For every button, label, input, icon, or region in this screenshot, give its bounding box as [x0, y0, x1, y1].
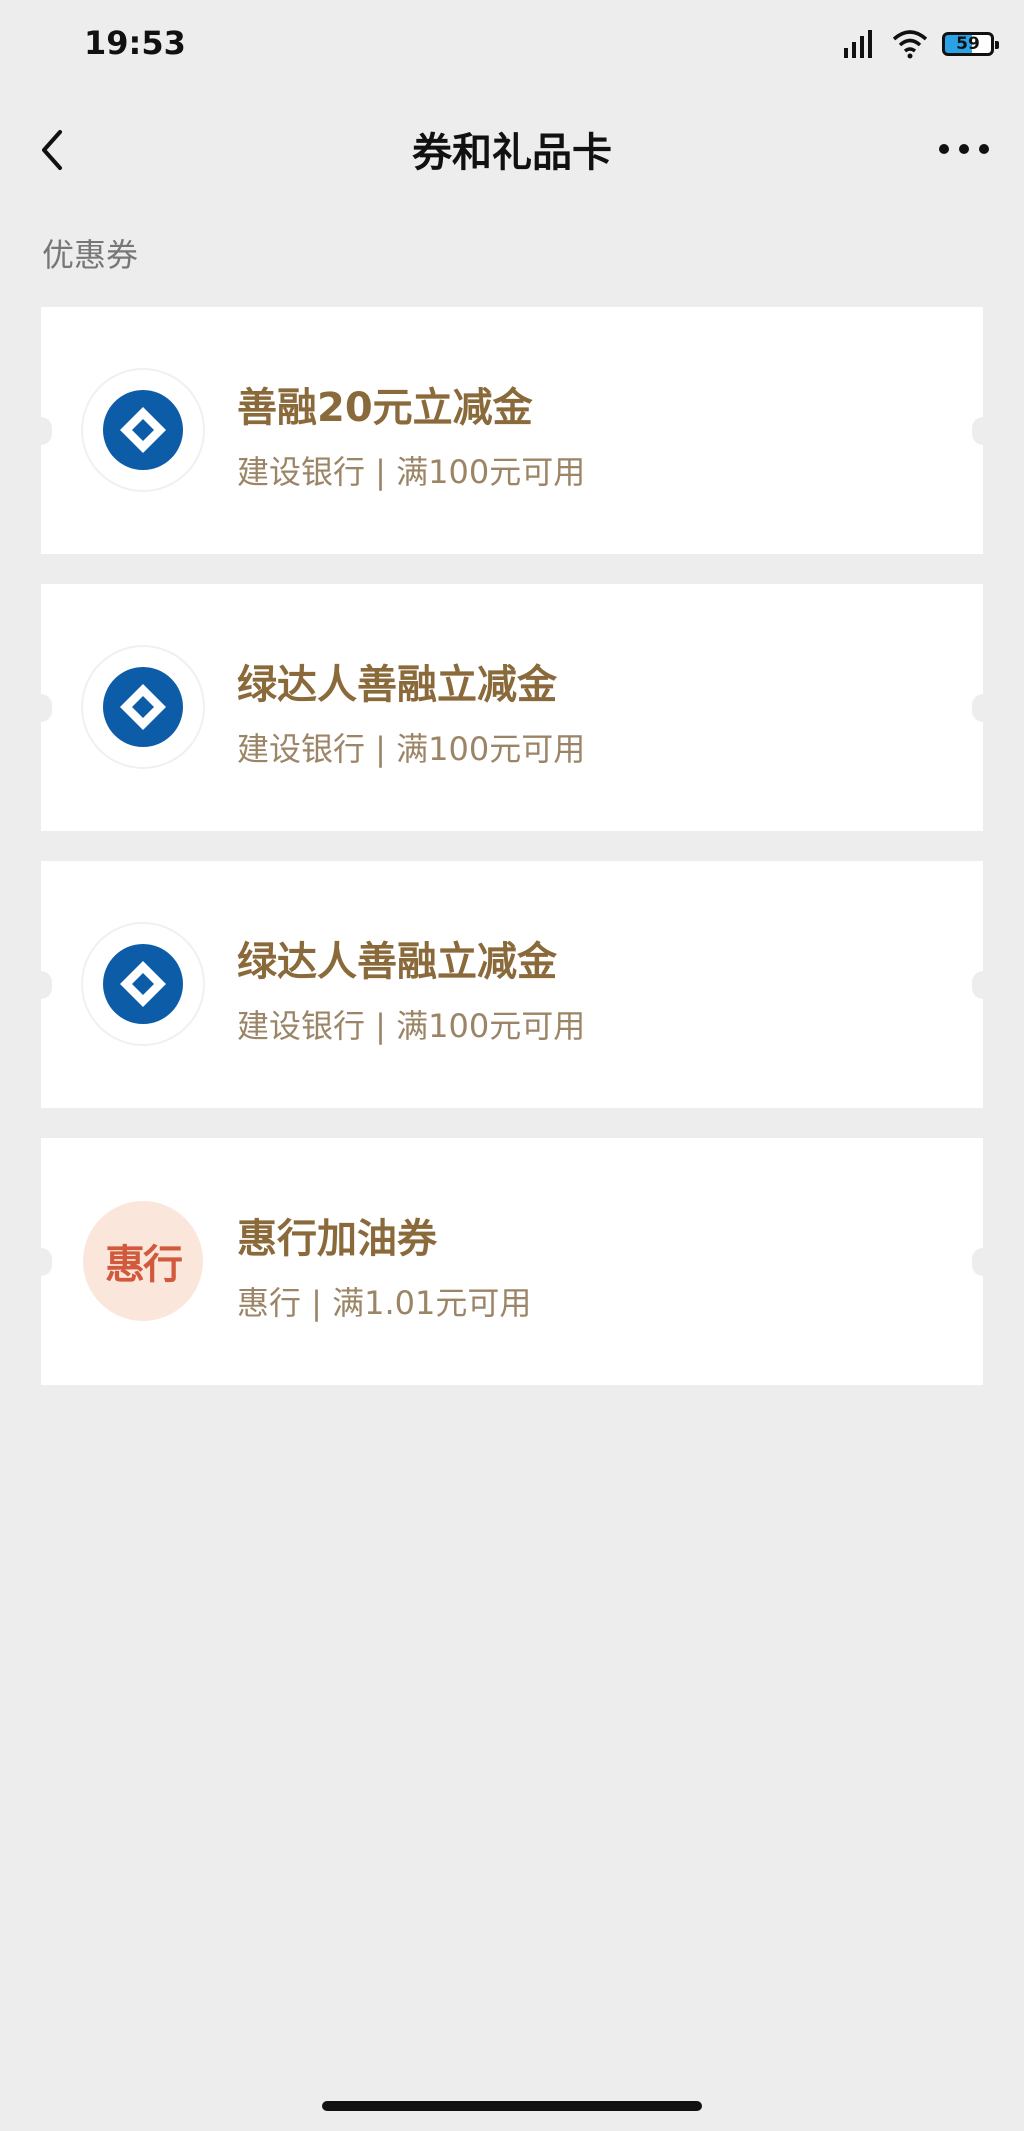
ccb-logo-icon [83, 370, 203, 490]
battery-level: 59 [956, 34, 980, 54]
card-notch-right [972, 1247, 994, 1276]
coupon-title: 善融20元立减金 [237, 385, 533, 431]
page-title: 券和礼品卡 [412, 130, 612, 176]
status-icons: 59 [842, 26, 999, 62]
card-notch-right [972, 693, 994, 722]
card-notch-right [972, 970, 994, 999]
coupon-card[interactable]: 善融20元立减金 建设银行 | 满100元可用 [30, 307, 994, 554]
status-time: 19:53 [84, 24, 186, 62]
coupon-card[interactable]: 绿达人善融立减金 建设银行 | 满100元可用 [30, 584, 994, 831]
more-button[interactable] [934, 134, 994, 164]
coupon-subtitle: 建设银行 | 满100元可用 [237, 453, 586, 491]
coupon-card[interactable]: 惠行 惠行加油券 惠行 | 满1.01元可用 [30, 1138, 994, 1385]
card-notch-left [30, 416, 52, 445]
section-title: 优惠券 [42, 236, 139, 274]
signal-icon [844, 30, 872, 58]
status-bar: 19:53 59 [0, 0, 1024, 90]
coupon-list: 善融20元立减金 建设银行 | 满100元可用 绿达人善融立减金 建设银行 | … [30, 307, 994, 1415]
huixing-logo-text: 惠行 [105, 1242, 183, 1288]
huixing-logo-icon: 惠行 [83, 1201, 203, 1321]
coupon-subtitle: 惠行 | 满1.01元可用 [237, 1284, 532, 1322]
battery-icon: 59 [942, 32, 999, 56]
card-notch-left [30, 970, 52, 999]
wifi-icon [892, 30, 928, 59]
card-notch-right [972, 416, 994, 445]
coupon-card[interactable]: 绿达人善融立减金 建设银行 | 满100元可用 [30, 861, 994, 1108]
nav-bar: 券和礼品卡 [0, 110, 1024, 190]
more-dots-icon [939, 144, 989, 154]
coupon-subtitle: 建设银行 | 满100元可用 [237, 1007, 586, 1045]
home-indicator[interactable] [322, 2101, 702, 2111]
card-notch-left [30, 693, 52, 722]
card-notch-left [30, 1247, 52, 1276]
coupon-title: 惠行加油券 [237, 1216, 437, 1262]
ccb-logo-icon [83, 647, 203, 767]
coupon-title: 绿达人善融立减金 [237, 939, 557, 985]
ccb-logo-icon [83, 924, 203, 1044]
coupon-title: 绿达人善融立减金 [237, 662, 557, 708]
coupon-subtitle: 建设银行 | 满100元可用 [237, 730, 586, 768]
